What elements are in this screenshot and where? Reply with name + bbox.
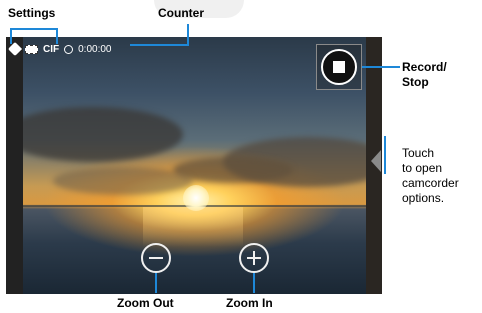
- left-bezel: [6, 37, 23, 294]
- film-icon: [25, 44, 38, 54]
- options-callout: Touch to open camcorder options.: [402, 146, 459, 205]
- triangle-left-icon[interactable]: [371, 150, 381, 172]
- sun-reflection: [143, 207, 243, 247]
- circle-icon: [64, 44, 74, 54]
- settings-callout-line: [56, 28, 58, 44]
- sun: [183, 185, 209, 211]
- resolution-label: CIF: [43, 43, 60, 55]
- zoom-out-callout: Zoom Out: [117, 296, 174, 310]
- tag-icon[interactable]: [7, 41, 23, 57]
- counter-callout: Counter: [158, 6, 204, 20]
- options-callout-line: [384, 136, 386, 174]
- cloud: [23, 107, 183, 162]
- record-circle: [321, 49, 357, 85]
- minus-circle-icon: [149, 257, 163, 259]
- counter-callout-line: [187, 24, 189, 46]
- settings-callout-line: [10, 28, 12, 44]
- cloud: [53, 167, 193, 195]
- record-callout-line: [362, 66, 400, 68]
- settings-callout: Settings: [8, 6, 56, 20]
- status-bar: CIF 0:00:00: [7, 40, 112, 58]
- zoom-out-callout-line: [155, 273, 157, 293]
- record-stop-button[interactable]: [316, 44, 362, 90]
- zoom-in-callout: Zoom In: [226, 296, 273, 310]
- zoom-out-button[interactable]: [141, 243, 171, 273]
- counter-callout-line: [130, 44, 189, 46]
- settings-callout-line: [10, 28, 58, 30]
- zoom-in-callout-line: [253, 273, 255, 293]
- zoom-in-button[interactable]: [239, 243, 269, 273]
- plus-circle-icon-vertical: [253, 251, 255, 265]
- camera-viewfinder[interactable]: [23, 37, 366, 294]
- stop-icon: [333, 61, 345, 73]
- record-timer: 0:00:00: [78, 43, 112, 55]
- record-stop-callout: Record/ Stop: [402, 60, 447, 89]
